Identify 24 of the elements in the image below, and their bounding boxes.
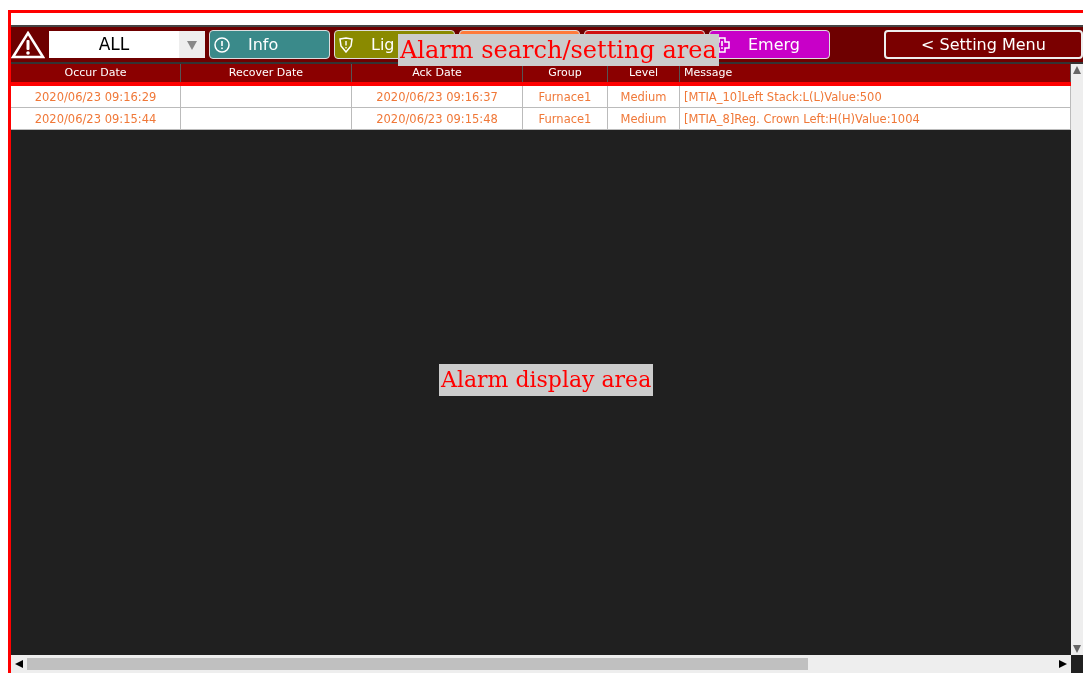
info-icon	[214, 36, 230, 53]
table-cell: 2020/06/23 09:16:37	[352, 86, 523, 107]
table-cell: 2020/06/23 09:16:29	[11, 86, 181, 107]
scroll-right-icon	[1059, 660, 1067, 668]
level-filter-button[interactable]: Info	[209, 30, 330, 59]
annotation-tooltip: Alarm search/setting area	[398, 34, 719, 66]
table-cell: 2020/06/23 09:15:48	[352, 108, 523, 129]
warning-icon	[11, 30, 45, 59]
table-cell: Medium	[608, 86, 680, 107]
table-cell: Medium	[608, 108, 680, 129]
table-cell: Furnace1	[523, 86, 608, 107]
scroll-up-icon	[1073, 66, 1081, 74]
shield-icon	[339, 36, 353, 53]
scroll-left-icon	[15, 660, 23, 668]
table-cell: Furnace1	[523, 108, 608, 129]
table-cell: 2020/06/23 09:15:44	[11, 108, 181, 129]
annotation-label: Alarm display area	[439, 364, 654, 396]
scrollbar-thumb[interactable]	[27, 658, 809, 670]
filter-dropdown[interactable]: ALL	[49, 31, 205, 58]
setting-menu-button[interactable]: < Setting Menu	[884, 30, 1083, 59]
scroll-down-icon	[1073, 645, 1081, 653]
caret-icon	[187, 39, 197, 50]
vertical-scrollbar[interactable]	[1071, 64, 1083, 655]
horizontal-scrollbar[interactable]	[11, 655, 1071, 673]
